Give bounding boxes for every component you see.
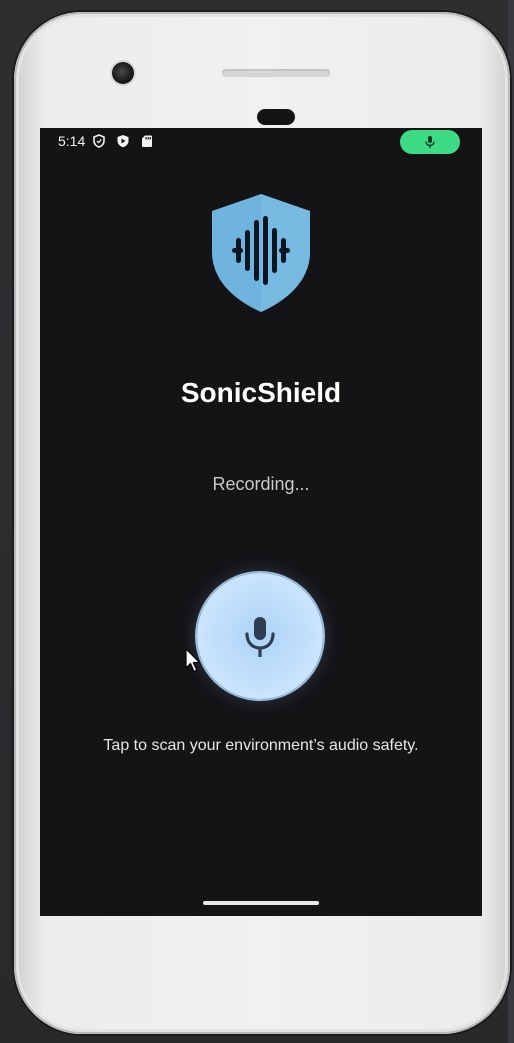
- earpiece-speaker: [222, 69, 330, 77]
- gesture-home-bar[interactable]: [203, 901, 319, 905]
- shield-outline-icon: [92, 133, 106, 148]
- front-camera: [112, 62, 134, 84]
- play-protect-icon: [116, 133, 130, 148]
- app-title: SonicShield: [180, 377, 342, 408]
- sd-card-icon: [140, 133, 154, 147]
- mouse-cursor-icon: [185, 648, 201, 673]
- mic-in-use-indicator[interactable]: [400, 130, 460, 154]
- app-screen: 5:14 SonicShield Recording... Tap to sca…: [40, 128, 482, 916]
- microphone-icon: [245, 617, 275, 657]
- proximity-sensor: [257, 109, 295, 125]
- shield-soundwave-logo: [212, 194, 310, 312]
- status-time: 5:14: [58, 133, 86, 149]
- record-button[interactable]: [197, 573, 323, 699]
- scan-hint: Tap to scan your environment’s audio saf…: [103, 737, 419, 754]
- recording-status: Recording...: [212, 474, 310, 494]
- microphone-icon: [425, 136, 435, 148]
